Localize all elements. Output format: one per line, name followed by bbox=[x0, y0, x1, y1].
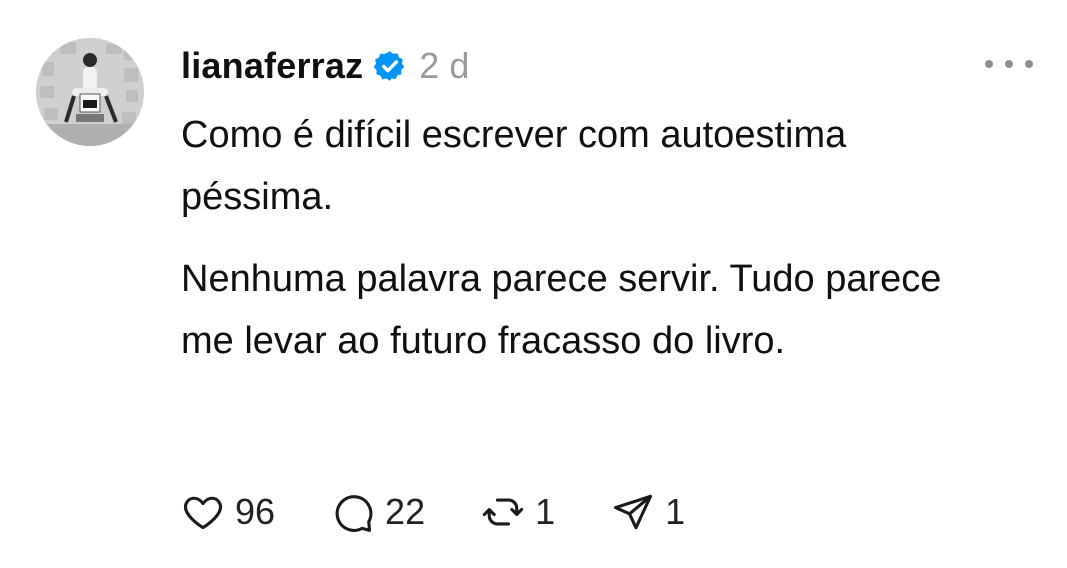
reply-count: 22 bbox=[385, 491, 426, 532]
post-timestamp: 2 d bbox=[419, 45, 470, 86]
comment-bubble-icon bbox=[335, 495, 373, 532]
username[interactable]: lianaferraz bbox=[181, 48, 363, 84]
repost-button[interactable]: 1 bbox=[481, 490, 555, 534]
post-body: Como é difícil escrever com autoestima p… bbox=[181, 104, 1001, 392]
like-button[interactable]: 96 bbox=[181, 490, 275, 534]
verified-badge-icon bbox=[373, 49, 407, 83]
send-icon bbox=[614, 494, 653, 530]
more-dot bbox=[1005, 60, 1013, 68]
repost-count: 1 bbox=[535, 491, 556, 532]
more-dot bbox=[985, 60, 993, 68]
avatar[interactable] bbox=[36, 38, 144, 146]
like-count: 96 bbox=[235, 491, 276, 532]
more-dot bbox=[1025, 60, 1033, 68]
post-header: lianaferraz 2 d bbox=[181, 40, 469, 92]
post-paragraph: Como é difícil escrever com autoestima p… bbox=[181, 114, 847, 218]
thread-post: lianaferraz 2 d Como é difícil escrever … bbox=[0, 0, 1067, 568]
share-button[interactable]: 1 bbox=[611, 490, 685, 534]
more-options-icon[interactable] bbox=[985, 54, 1033, 74]
heart-icon bbox=[183, 496, 223, 530]
repost-icon bbox=[482, 498, 524, 526]
share-count: 1 bbox=[665, 491, 686, 532]
post-actions: 96 22 1 1 bbox=[181, 484, 741, 540]
reply-button[interactable]: 22 bbox=[331, 490, 425, 534]
post-paragraph: Nenhuma palavra parece servir. Tudo pare… bbox=[181, 258, 942, 362]
avatar-photo bbox=[36, 38, 144, 146]
